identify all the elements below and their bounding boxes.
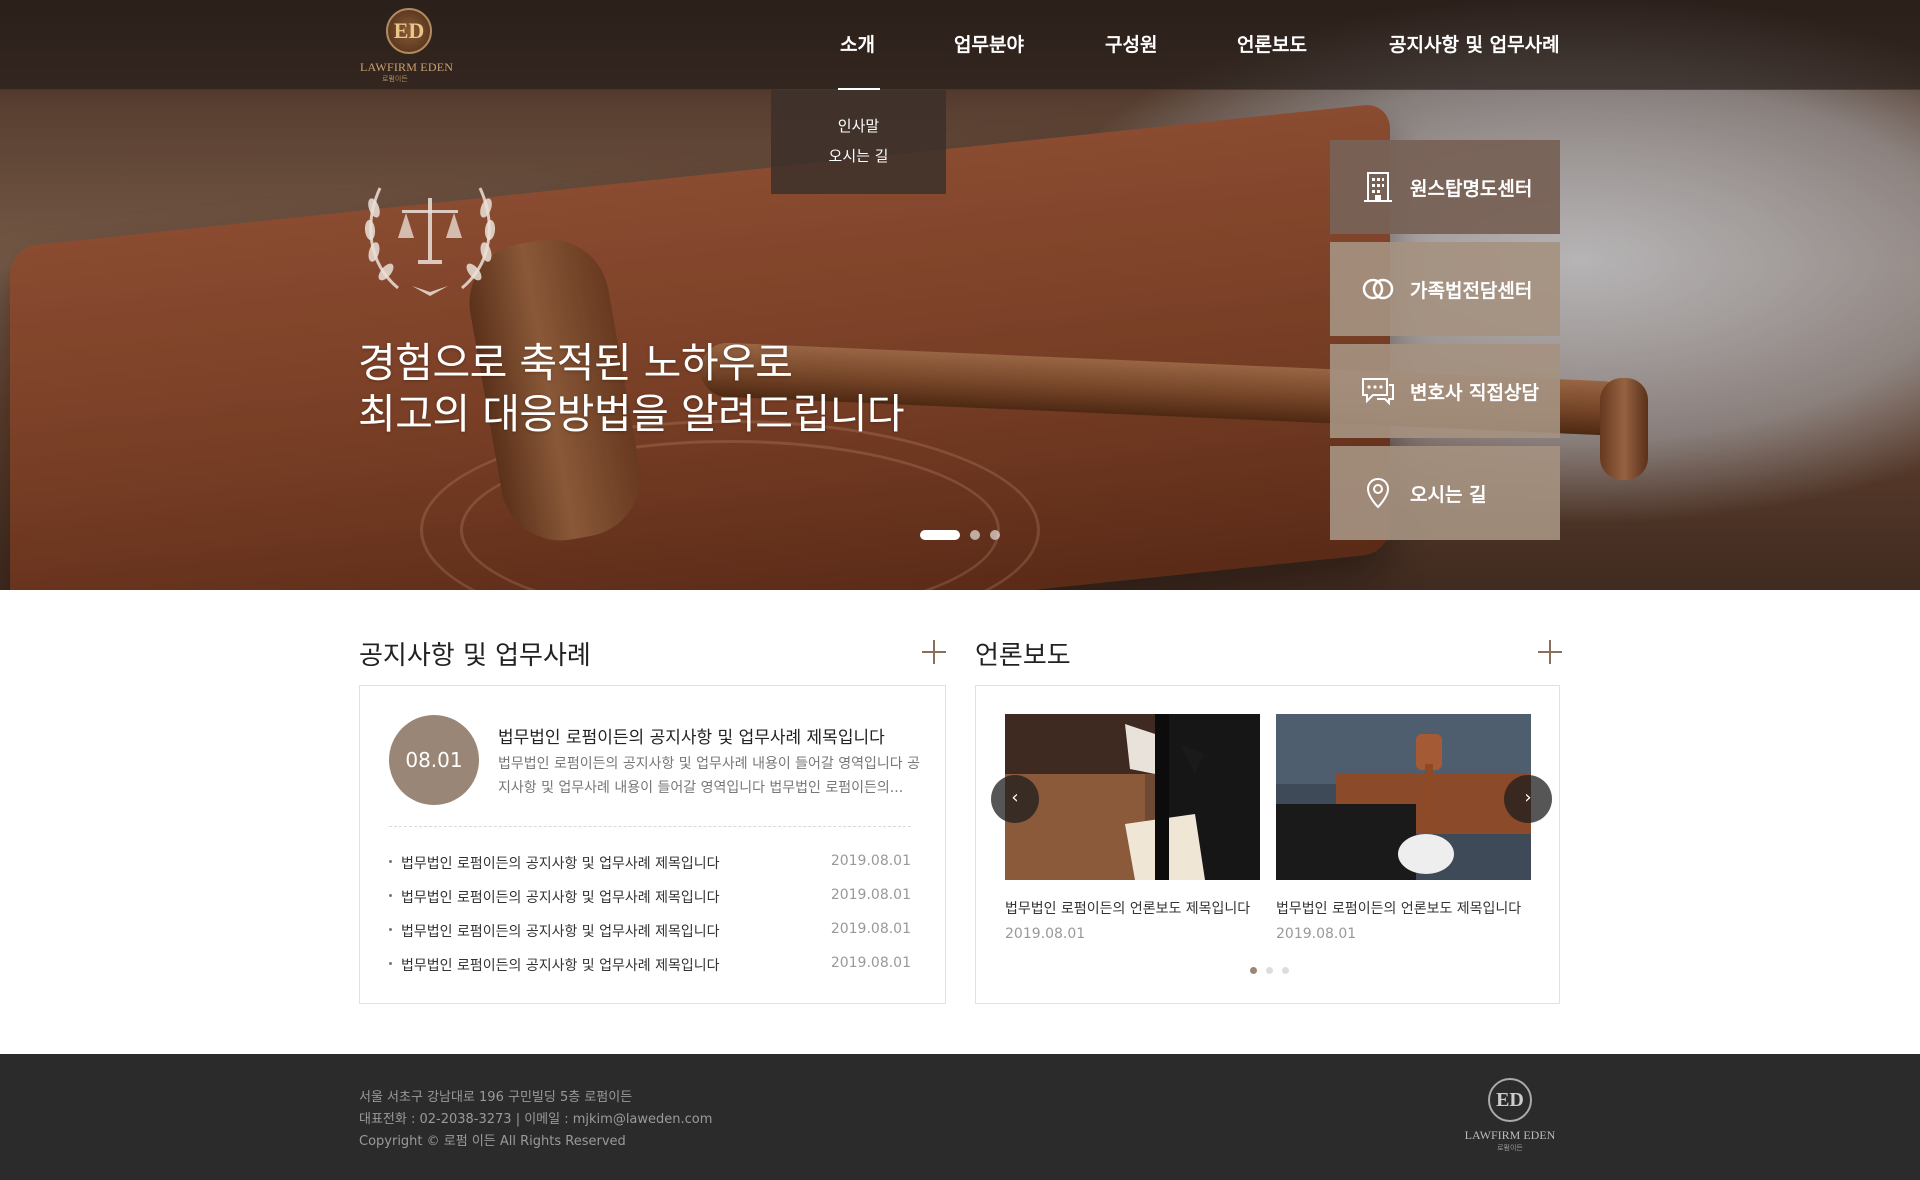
footer-logo-subtext: 로펌이든 [1497, 1144, 1523, 1152]
nav-dropdown: 인사말 오시는 길 [771, 90, 946, 194]
list-item[interactable]: 법무법인 로펌이든의 공지사항 및 업무사례 제목입니다 2019.08.01 [389, 851, 911, 875]
quick-link-lawyer-consult[interactable]: 변호사 직접상담 [1330, 344, 1560, 438]
press-card-date: 2019.08.01 [1276, 926, 1357, 942]
press-page-dot-3[interactable] [1282, 967, 1289, 974]
quick-link-onestop-center[interactable]: 원스탑명도센터 [1330, 140, 1560, 234]
quick-link-directions[interactable]: 오시는 길 [1330, 446, 1560, 540]
press-section-title: 언론보도 [975, 641, 1071, 671]
site-header: ED LAWFIRM EDEN 로펌이든 소개 업무분야 구성원 언론보도 공지… [0, 0, 1920, 90]
press-page-dot-2[interactable] [1266, 967, 1273, 974]
quick-link-label: 원스탑명도센터 [1410, 177, 1533, 200]
press-thumbnail-1[interactable] [1005, 714, 1260, 880]
nav-item-members[interactable]: 구성원 [1105, 30, 1157, 57]
featured-date-badge: 08.01 [389, 715, 479, 805]
notice-more-plus-icon[interactable] [922, 640, 946, 664]
press-card-title[interactable]: 법무법인 로펌이든의 언론보도 제목입니다 [1005, 898, 1250, 918]
logo-mark-icon: ED [386, 8, 432, 54]
hero-line-1: 경험으로 축적된 노하우로 [358, 339, 793, 387]
footer-logo-text: LAWFIRM EDEN [1464, 1128, 1556, 1142]
scales-wreath-emblem-icon [364, 187, 496, 296]
building-icon [1360, 169, 1396, 205]
nav-item-intro[interactable]: 소개 [840, 30, 875, 57]
press-panel: ‹ › 법무법인 로펌이든의 언론보도 제목입니다 2019.08.01 법무법… [975, 685, 1560, 1004]
notice-item-date: 2019.08.01 [830, 955, 911, 971]
press-card-title[interactable]: 법무법인 로펌이든의 언론보도 제목입니다 [1276, 898, 1521, 918]
dropdown-item-directions[interactable]: 오시는 길 [771, 145, 946, 166]
list-item[interactable]: 법무법인 로펌이든의 공지사항 및 업무사례 제목입니다 2019.08.01 [389, 885, 911, 909]
featured-notice-title[interactable]: 법무법인 로펌이든의 공지사항 및 업무사례 제목입니다 [498, 723, 885, 748]
nav-item-practice-areas[interactable]: 업무분야 [954, 30, 1024, 57]
notice-item-title: 법무법인 로펌이든의 공지사항 및 업무사례 제목입니다 [401, 890, 720, 906]
hero-line-2: 최고의 대응방법을 알려드립니다 [358, 390, 905, 438]
logo-text: LAWFIRM EDEN [360, 60, 454, 74]
notice-item-date: 2019.08.01 [830, 887, 911, 903]
bullet-icon [389, 860, 392, 863]
notice-panel: 08.01 법무법인 로펌이든의 공지사항 및 업무사례 제목입니다 법무법인 … [359, 685, 946, 1004]
rings-icon [1360, 271, 1396, 307]
bullet-icon [389, 928, 392, 931]
bullet-icon [389, 962, 392, 965]
footer-address: 서울 서초구 강남대로 196 구민빌딩 5층 로펌이든 [359, 1090, 633, 1105]
press-more-plus-icon[interactable] [1538, 640, 1562, 664]
hero-headline: 경험으로 축적된 노하우로 최고의 대응방법을 알려드립니다 [358, 338, 905, 440]
press-card-date: 2019.08.01 [1005, 926, 1086, 942]
nav-item-press[interactable]: 언론보도 [1237, 30, 1307, 57]
quick-link-label: 가족법전담센터 [1410, 279, 1533, 302]
slide-dot-2[interactable] [970, 530, 980, 540]
featured-notice-desc: 법무법인 로펌이든의 공지사항 및 업무사례 내용이 들어갈 영역입니다 공지사… [498, 756, 920, 796]
chat-icon [1360, 373, 1396, 409]
divider [389, 826, 911, 827]
list-item[interactable]: 법무법인 로펌이든의 공지사항 및 업무사례 제목입니다 2019.08.01 [389, 919, 911, 943]
slide-dot-1[interactable] [920, 530, 960, 540]
logo[interactable]: ED LAWFIRM EDEN 로펌이든 [360, 8, 465, 83]
press-page-dot-1[interactable] [1250, 967, 1257, 974]
footer-logo: ED LAWFIRM EDEN 로펌이든 [1458, 1078, 1562, 1158]
quick-link-label: 오시는 길 [1410, 483, 1487, 506]
notice-item-title: 법무법인 로펌이든의 공지사항 및 업무사례 제목입니다 [401, 856, 720, 872]
list-item[interactable]: 법무법인 로펌이든의 공지사항 및 업무사례 제목입니다 2019.08.01 [389, 953, 911, 977]
location-pin-icon [1360, 475, 1396, 511]
notice-item-date: 2019.08.01 [830, 853, 911, 869]
press-next-arrow-icon[interactable]: › [1504, 775, 1552, 823]
logo-subtext: 로펌이든 [382, 75, 408, 83]
footer-logo-mark-icon: ED [1488, 1078, 1532, 1122]
footer-copyright: Copyright © 로펌 이든 All Rights Reserved [359, 1134, 626, 1149]
site-footer: 서울 서초구 강남대로 196 구민빌딩 5층 로펌이든 대표전화 : 02-2… [0, 1054, 1920, 1180]
notice-item-title: 법무법인 로펌이든의 공지사항 및 업무사례 제목입니다 [401, 958, 720, 974]
notice-section-title: 공지사항 및 업무사례 [359, 641, 591, 671]
quick-link-family-law-center[interactable]: 가족법전담센터 [1330, 242, 1560, 336]
slide-dot-3[interactable] [990, 530, 1000, 540]
quick-link-label: 변호사 직접상담 [1410, 381, 1539, 404]
press-thumbnail-2[interactable] [1276, 714, 1531, 880]
notice-item-date: 2019.08.01 [830, 921, 911, 937]
press-prev-arrow-icon[interactable]: ‹ [991, 775, 1039, 823]
footer-contact: 대표전화 : 02-2038-3273 | 이메일 : mjkim@lawede… [359, 1112, 713, 1127]
dropdown-item-greeting[interactable]: 인사말 [771, 115, 946, 136]
bullet-icon [389, 894, 392, 897]
nav-item-notices[interactable]: 공지사항 및 업무사례 [1389, 30, 1560, 57]
notice-item-title: 법무법인 로펌이든의 공지사항 및 업무사례 제목입니다 [401, 924, 720, 940]
